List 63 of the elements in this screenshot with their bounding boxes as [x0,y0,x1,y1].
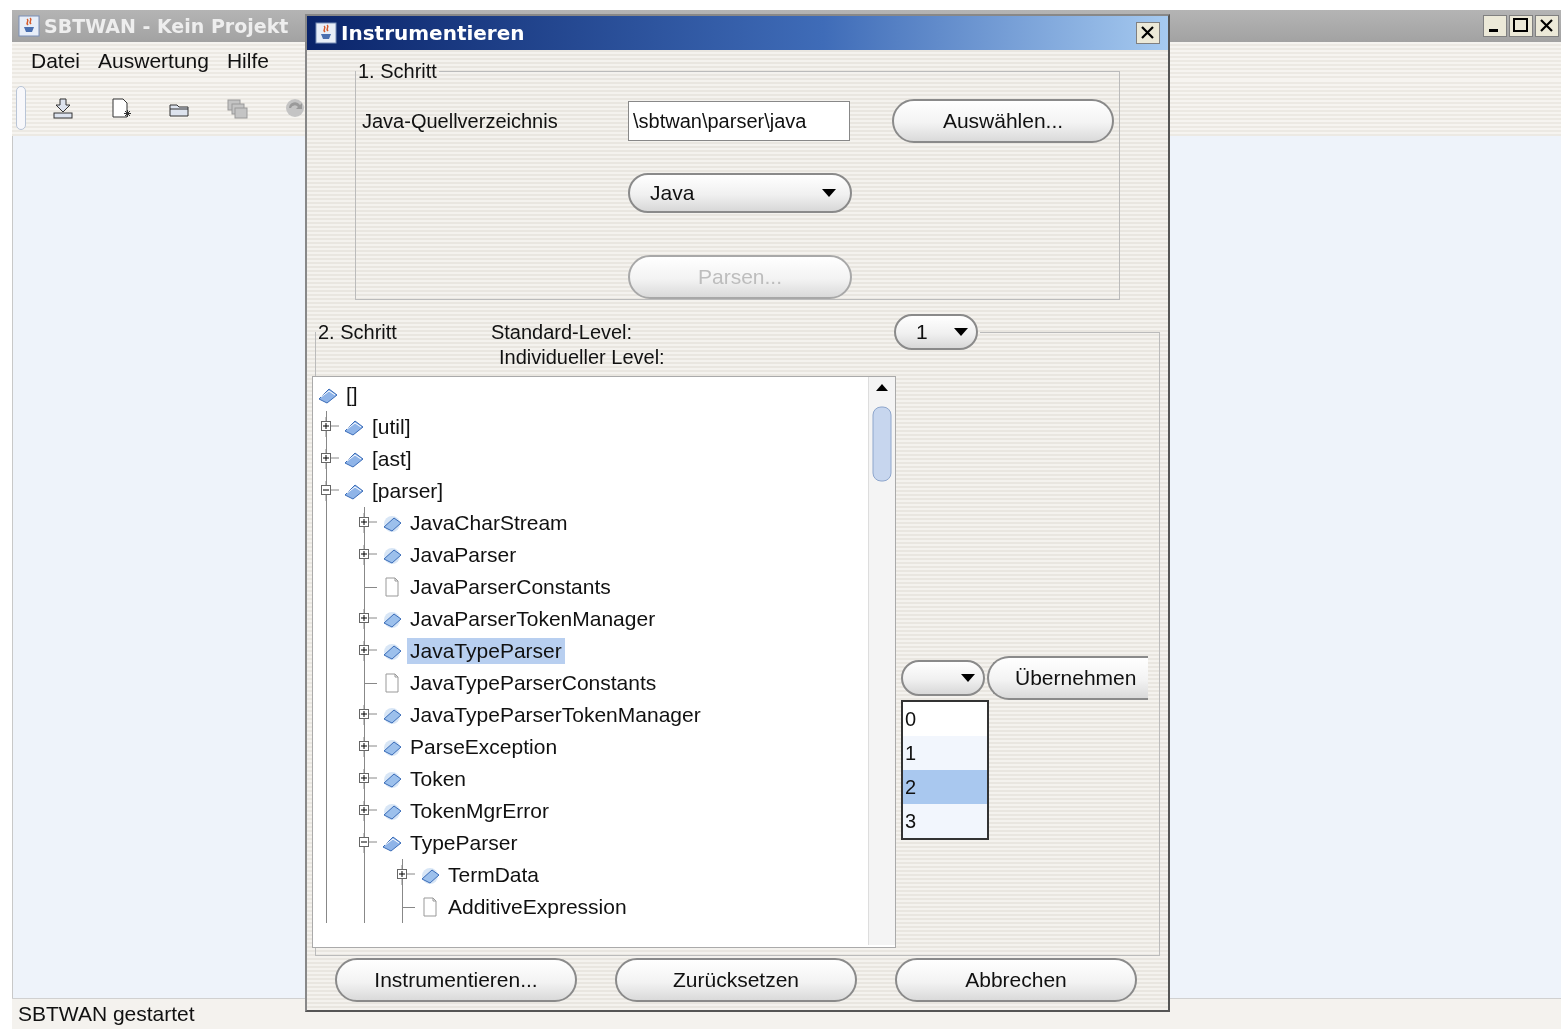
tree-item[interactable]: TermData [445,862,543,888]
field-label: Java-Quellverzeichnis [362,109,559,133]
tree-item[interactable]: JavaTypeParserTokenManager [407,702,704,728]
app-icon [315,22,337,44]
list-option[interactable]: 3 [903,804,987,838]
tree-item[interactable]: JavaCharStream [407,510,571,536]
browse-button[interactable]: Auswählen... [892,99,1114,143]
caret-icon [954,328,968,336]
level-dropdown[interactable] [901,660,985,696]
field-label: Standard-Level: [490,320,633,344]
tree-item[interactable]: JavaTypeParser [407,638,565,664]
tree-item[interactable]: JavaParserConstants [407,574,614,600]
tree-item[interactable]: JavaParser [407,542,520,568]
group-label: 2. Schritt [318,320,397,344]
dialog-button[interactable]: Zurücksetzen [615,958,857,1002]
minimize-icon[interactable] [1483,15,1507,37]
tree-item[interactable]: [ast] [369,446,415,472]
tree-item[interactable]: TokenMgrError [407,798,552,824]
class-icon [381,737,403,757]
directory-field[interactable]: \sbtwan\parser\java [628,101,850,141]
dialog-title: Instrumentieren [341,21,525,45]
tree-item[interactable]: AdditiveExpression [445,894,630,920]
scrollbar[interactable] [868,377,895,945]
class-icon [381,641,403,661]
dialog-button[interactable]: Instrumentieren... [335,958,577,1002]
apply-button[interactable]: Übernehmen [987,656,1149,700]
tree-item[interactable]: JavaTypeParserConstants [407,670,660,696]
class-icon [381,513,403,533]
menu-item[interactable]: Datei [22,49,90,73]
tree-item[interactable]: Token [407,766,470,792]
dropdown-value: 1 [916,320,929,344]
tree-item[interactable]: [] [343,382,361,408]
tree-item[interactable]: [parser] [369,478,447,504]
class-icon [381,801,403,821]
caret-icon [822,189,836,197]
close-icon[interactable] [1136,22,1160,44]
list-option[interactable]: 2 [903,770,987,804]
menu-item[interactable]: Auswertung [89,49,218,73]
tree-item[interactable]: JavaParserTokenManager [407,606,659,632]
import-icon[interactable] [52,97,74,119]
level-dropdown[interactable]: 1 [894,314,978,350]
class-icon [381,705,403,725]
maximize-icon[interactable] [1509,15,1533,37]
class-icon [381,609,403,629]
field-label: Individueller Level: [498,346,666,370]
list-option[interactable]: 1 [903,736,987,770]
tree-item[interactable]: [util] [369,414,414,440]
window-title: SBTWAN - Kein Projekt [44,15,289,37]
tree-item[interactable]: TypeParser [407,830,521,856]
close-icon[interactable] [1535,15,1559,37]
menu-item[interactable]: Hilfe [217,49,278,73]
group-label: 1. Schritt [358,60,437,82]
app-icon [18,15,40,37]
caret-icon [961,674,975,682]
class-icon [419,865,441,885]
dropdown-value: Java [650,181,696,205]
tree-item[interactable]: ParseException [407,734,561,760]
toolbar-grip[interactable] [16,86,26,130]
dialog-button[interactable]: Abbrechen [895,958,1137,1002]
language-dropdown[interactable]: Java [628,173,852,213]
class-icon [381,545,403,565]
new-document-icon[interactable] [110,97,132,119]
class-icon [381,769,403,789]
